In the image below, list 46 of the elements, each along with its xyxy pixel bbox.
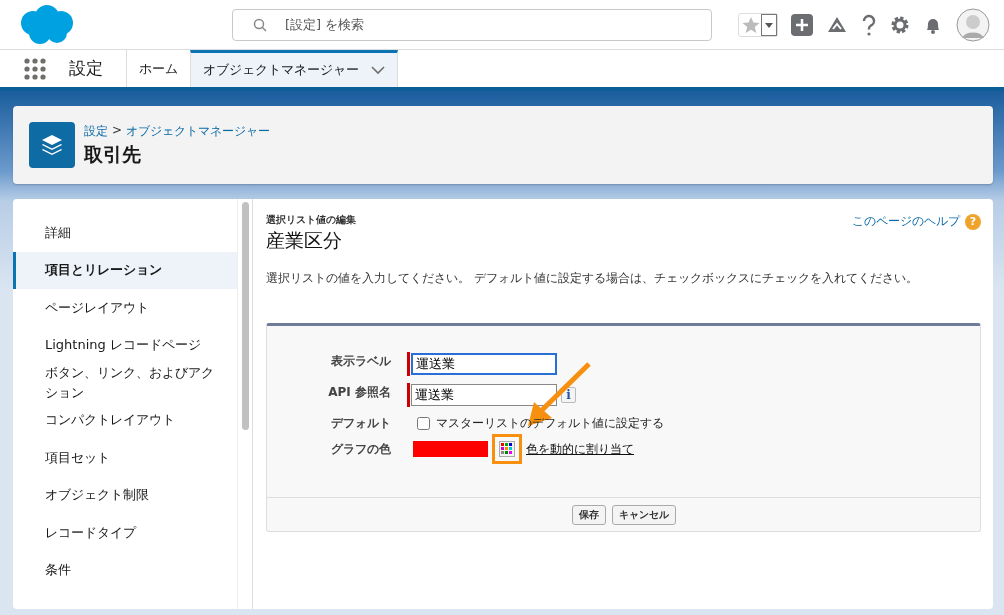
scrollbar-thumb[interactable]	[241, 202, 249, 430]
favorites-button[interactable]	[738, 12, 778, 37]
picklist-title: 産業区分	[266, 228, 343, 253]
sidebar-item[interactable]: 項目セット	[13, 439, 237, 477]
form-button[interactable]: キャンセル	[611, 504, 676, 525]
field-label: API 参照名	[327, 384, 392, 401]
search-field[interactable]: [設定] を検索	[232, 8, 712, 41]
palette-icon	[499, 441, 515, 457]
settings-icon[interactable]	[890, 14, 910, 35]
field-label: デフォルト	[330, 415, 392, 432]
page-title: 取引先	[84, 141, 142, 167]
app-launcher-icon[interactable]	[24, 57, 46, 80]
app-name: 設定	[69, 57, 103, 80]
sidebar-item[interactable]: ボタン、リンク、およびアクション	[13, 364, 237, 402]
color-picker-button[interactable]	[492, 434, 522, 464]
color-swatch[interactable]	[413, 441, 488, 457]
text-field[interactable]: 運送業	[411, 383, 557, 406]
nav-tab[interactable]: オブジェクトマネージャー	[190, 50, 398, 87]
sidebar-item[interactable]: オブジェクト制限	[13, 476, 237, 514]
text-field[interactable]: 運送業	[411, 352, 557, 375]
chevron-down-icon[interactable]	[371, 65, 385, 75]
caret-icon	[761, 13, 777, 36]
avatar-icon[interactable]	[956, 7, 990, 42]
help-link[interactable]: このページのヘルプ	[852, 213, 960, 230]
checkbox[interactable]	[417, 416, 430, 430]
breadcrumb-link[interactable]: オブジェクトマネージャー	[126, 122, 271, 140]
form-button[interactable]: 保存	[571, 504, 606, 525]
sidebar-item[interactable]: 項目とリレーション	[13, 251, 237, 289]
breadcrumb-separator: >	[112, 122, 123, 139]
subtitle: 選択リスト値の編集	[266, 213, 356, 227]
assign-color-link[interactable]: 色を動的に割り当て	[526, 440, 634, 458]
search-icon	[253, 17, 267, 32]
search-input[interactable]: [設定] を検索	[283, 16, 711, 33]
help-icon[interactable]	[861, 13, 877, 36]
plus-icon[interactable]	[791, 13, 813, 36]
sidebar-item[interactable]: 詳細	[13, 214, 237, 252]
sidebar-item[interactable]: ページレイアウト	[13, 289, 237, 327]
instructions: 選択リストの値を入力してください。 デフォルト値に設定する場合は、チェックボックスにチェックを入れてください。	[266, 270, 919, 287]
field-label: グラフの色	[330, 441, 392, 458]
sidebar-item[interactable]: レコードタイプ	[13, 514, 237, 552]
sidebar-item[interactable]: Lightning レコードページ	[13, 326, 237, 364]
breadcrumb-link[interactable]: 設定	[84, 122, 108, 140]
field-label: 表示ラベル	[330, 353, 392, 370]
sidebar-item[interactable]: 条件	[13, 551, 237, 589]
layers-icon	[29, 122, 75, 168]
sidebar-item[interactable]: コンパクトレイアウト	[13, 401, 237, 439]
